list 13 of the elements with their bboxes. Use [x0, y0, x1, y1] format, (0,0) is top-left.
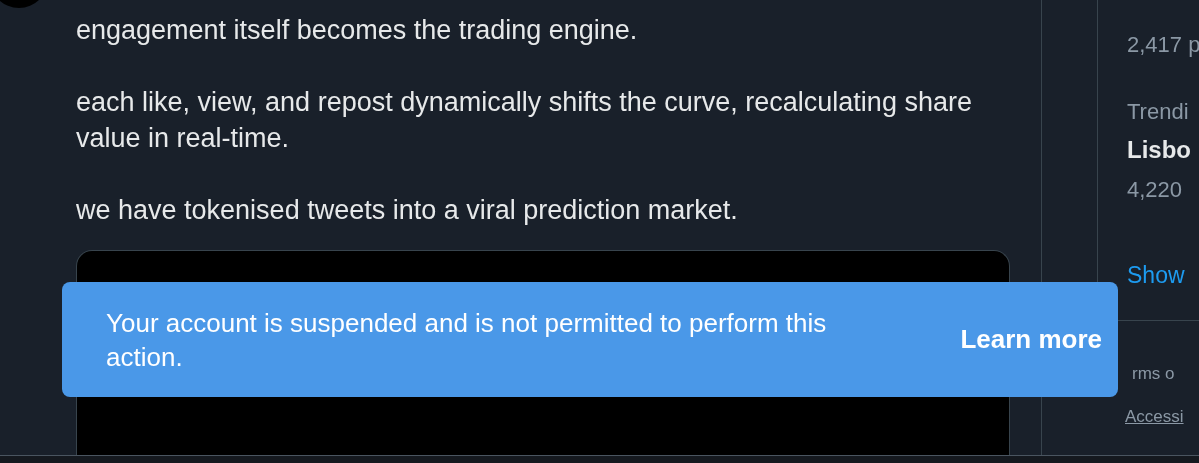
footer-link[interactable]: rms o [1132, 361, 1175, 387]
post-text: we have tokenised tweets into a viral prediction market. [76, 194, 738, 227]
post-text: engagement itself becomes the trading engine. [76, 14, 638, 47]
post-text: value in real-time. [76, 122, 290, 155]
trend-title[interactable]: Lisbo [1127, 135, 1191, 165]
show-more-link[interactable]: Show [1127, 258, 1185, 293]
footer-link[interactable]: Accessi [1125, 403, 1184, 429]
trend-context: Trendi [1127, 98, 1189, 126]
learn-more-link[interactable]: Learn more [960, 320, 1102, 359]
toast-message: Your account is suspended and is not permitted to perform this action. [106, 306, 828, 374]
trend-post-count: 2,417 p [1127, 31, 1199, 59]
trend-post-count: 4,220 [1127, 176, 1183, 204]
post-text: each like, view, and repost dynamically shifts the curve, recalculating share [76, 86, 972, 119]
